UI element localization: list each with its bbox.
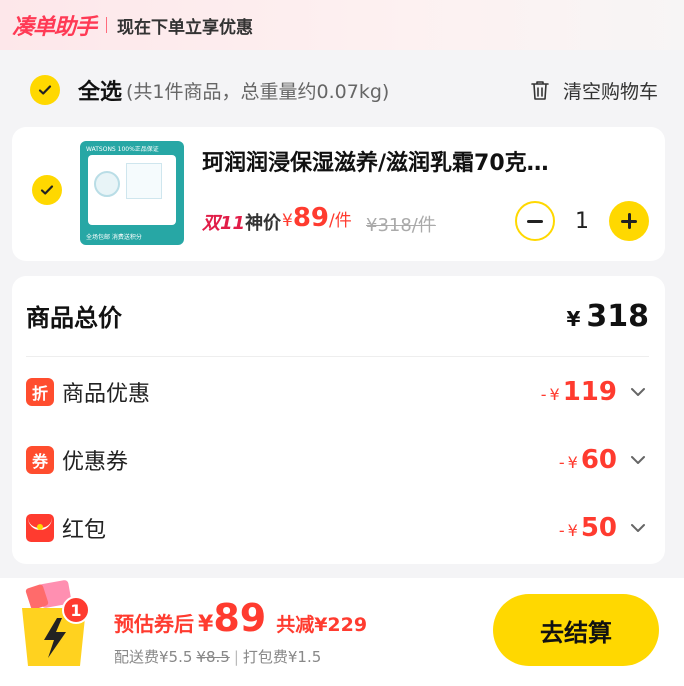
- thumbnail-bottom-text: 全场包邮 消费送积分: [86, 234, 142, 241]
- chevron-down-icon: [631, 524, 645, 532]
- product-title[interactable]: 珂润润浸保湿滋养/滋润乳霜70克…: [202, 145, 642, 177]
- total-saved: 共减¥229: [276, 614, 368, 636]
- clear-cart-label: 清空购物车: [562, 80, 658, 103]
- shipping-fee: 配送费¥5.5: [114, 648, 193, 666]
- estimate-value: 89: [213, 596, 267, 640]
- quantity-value[interactable]: 1: [555, 209, 609, 234]
- coupon-minus: -: [558, 453, 565, 472]
- increase-quantity-button[interactable]: [609, 201, 649, 241]
- red-packet-minus: -: [558, 521, 565, 540]
- product-box-image: [126, 163, 162, 199]
- clear-cart-button[interactable]: 清空购物车: [529, 77, 658, 104]
- discount-label: 商品优惠: [62, 382, 151, 407]
- discount-icon: 折: [26, 378, 54, 406]
- total-price-label: 商品总价: [26, 304, 122, 332]
- fee-separator: |: [233, 648, 239, 666]
- discount-row-coupon[interactable]: 券 优惠券 - ¥60: [26, 440, 649, 480]
- total-amount: 318: [586, 299, 649, 334]
- coupon-icon: 券: [26, 446, 54, 474]
- discount-currency: ¥: [549, 385, 560, 404]
- shipping-original: ¥8.5: [196, 648, 230, 666]
- discount-minus: -: [540, 385, 547, 404]
- coupon-value: 60: [580, 445, 617, 475]
- discount-row-redpacket[interactable]: 红包 - ¥50: [26, 508, 649, 548]
- coupon-currency: ¥: [567, 453, 578, 472]
- chevron-down-icon: [631, 388, 645, 396]
- chevron-down-icon: [631, 456, 645, 464]
- cart-item-card: WATSONS 100%正品保证 全场包邮 消费送积分 珂润润浸保湿滋养/滋润乳…: [12, 127, 665, 261]
- estimated-price: 预估券后 ¥ 89 共减¥229: [114, 596, 367, 640]
- estimate-label: 预估券后: [114, 612, 194, 636]
- price-summary-card: 商品总价 ¥318 折 商品优惠 - ¥119 券 优惠券 - ¥60 红包 - ¥5…: [12, 276, 665, 564]
- cart-summary-text: (共1件商品，总重量约0.07kg): [126, 80, 390, 103]
- current-price: ¥89/件: [282, 203, 352, 233]
- select-all-label[interactable]: 全选: [78, 74, 122, 106]
- price-currency: ¥: [282, 211, 293, 231]
- checkmark-icon: [38, 85, 52, 95]
- header-divider: [106, 17, 108, 33]
- price-value: 89: [292, 203, 330, 233]
- red-packet-amount: - ¥50: [559, 513, 617, 543]
- product-thumbnail[interactable]: WATSONS 100%正品保证 全场包邮 消费送积分: [80, 141, 184, 245]
- summary-divider: [26, 356, 649, 357]
- item-checkbox[interactable]: [32, 175, 62, 205]
- promo-tag-main: 双11: [202, 213, 246, 234]
- discount-row-product[interactable]: 折 商品优惠 - ¥119: [26, 372, 649, 412]
- packing-fee: 打包费¥1.5: [242, 648, 322, 666]
- promo-tag: 双11神价: [202, 209, 281, 235]
- select-all-row: 全选 (共1件商品，总重量约0.07kg) 清空购物车: [0, 58, 684, 122]
- red-packet-label: 红包: [62, 518, 107, 543]
- product-jar-image: [94, 171, 120, 197]
- checkout-bar: 1 预估券后 ¥ 89 共减¥229 配送费¥5.5 ¥8.5 | 打包费¥1.5 去…: [0, 578, 684, 686]
- coupon-label: 优惠券: [62, 450, 129, 475]
- estimate-currency: ¥: [198, 612, 214, 637]
- header-slogan: 现在下单立享优惠: [117, 17, 254, 38]
- red-packet-value: 50: [580, 513, 617, 543]
- coupon-amount: - ¥60: [559, 445, 617, 475]
- cart-count-badge: 1: [62, 596, 90, 624]
- original-price: ¥318/件: [366, 215, 436, 236]
- promo-tag-sub: 神价: [245, 213, 282, 234]
- checkmark-icon: [40, 185, 54, 195]
- red-packet-icon: [26, 514, 54, 542]
- shopping-bag-icon[interactable]: [14, 578, 94, 668]
- discount-amount: - ¥119: [541, 377, 617, 407]
- red-packet-currency: ¥: [567, 521, 578, 540]
- checkout-button[interactable]: 去结算: [493, 594, 659, 666]
- select-all-checkbox[interactable]: [30, 75, 60, 105]
- total-currency: ¥: [566, 307, 581, 331]
- decrease-quantity-button[interactable]: [515, 201, 555, 241]
- price-unit: /件: [329, 211, 352, 231]
- total-price-row: 商品总价 ¥318: [26, 298, 649, 334]
- header-bar: 凑单助手 现在下单立享优惠: [0, 0, 684, 50]
- trash-icon: [531, 81, 549, 100]
- brand-logo: 凑单助手: [12, 15, 97, 40]
- quantity-stepper: 1: [515, 201, 649, 241]
- thumbnail-top-text: WATSONS 100%正品保证: [86, 146, 159, 153]
- fee-breakdown: 配送费¥5.5 ¥8.5 | 打包费¥1.5: [114, 646, 321, 667]
- discount-value: 119: [562, 377, 617, 407]
- total-price-value: ¥318: [566, 299, 649, 334]
